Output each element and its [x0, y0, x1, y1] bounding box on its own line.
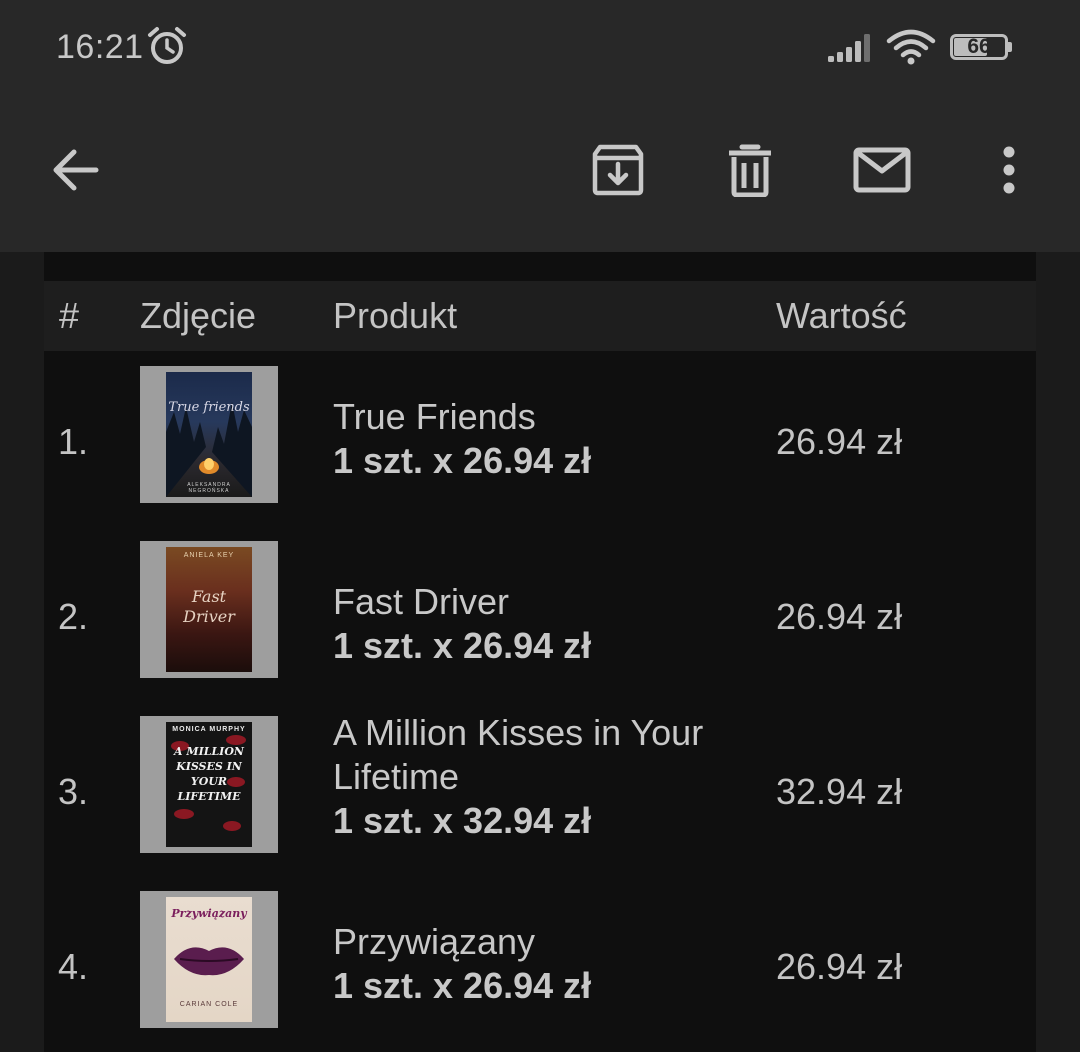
table-row[interactable]: 4. Przywiązany CARIAN COLE Przywiązany 1… [44, 876, 1036, 1051]
product-info: True Friends 1 szt. x 26.94 zł [333, 395, 743, 483]
product-image[interactable]: ANIELA KEY Fast Driver [140, 541, 278, 678]
product-image[interactable]: MONICA MURPHY A MILLION KISSES IN YOUR L… [140, 716, 278, 853]
book-cover: Przywiązany CARIAN COLE [166, 897, 252, 1022]
product-quantity: 1 szt. x 26.94 zł [333, 965, 592, 1006]
trash-icon [729, 144, 771, 197]
delete-button[interactable] [715, 135, 785, 205]
row-value: 32.94 zł [776, 771, 903, 812]
battery-level: 66 [967, 35, 991, 58]
product-quantity: 1 szt. x 32.94 zł [333, 800, 592, 841]
cover-title: Przywiązany [171, 907, 247, 920]
product-name: True Friends [333, 396, 536, 437]
table-row[interactable]: 2. ANIELA KEY Fast Driver Fast Driver 1 … [44, 526, 1036, 701]
cover-title: Fast Driver [183, 587, 235, 626]
order-table: # Zdjęcie Produkt Wartość 1. True friend… [44, 252, 1036, 1052]
mail-icon [853, 147, 911, 193]
arrow-left-icon [53, 149, 99, 191]
wifi-icon [886, 29, 936, 65]
email-content: # Zdjęcie Produkt Wartość 1. True friend… [0, 252, 1080, 1052]
cell-signal-icon [828, 34, 870, 62]
product-info: A Million Kisses in Your Lifetime 1 szt.… [333, 711, 743, 843]
book-cover: ANIELA KEY Fast Driver [166, 547, 252, 672]
battery-indicator: 66 [950, 34, 1012, 60]
cover-author: CARIAN COLE [179, 1001, 239, 1008]
table-row[interactable]: 1. True friends ALEKSANDRA NEGROŃSKA Tru… [44, 351, 1036, 526]
status-bar: 16:21 66 [0, 0, 1080, 95]
header-number: # [59, 295, 80, 336]
table-row[interactable]: 3. MONICA MURPHY A MILLION KISSES IN YOU… [44, 701, 1036, 876]
product-quantity: 1 szt. x 26.94 zł [333, 440, 592, 481]
table-header: # Zdjęcie Produkt Wartość [44, 281, 1036, 351]
row-number: 2. [58, 596, 89, 637]
row-number: 4. [58, 946, 89, 987]
row-value: 26.94 zł [776, 946, 903, 987]
row-number: 1. [58, 421, 89, 462]
more-options-button[interactable] [974, 135, 1044, 205]
product-name: A Million Kisses in Your Lifetime [333, 712, 704, 797]
row-number: 3. [58, 771, 89, 812]
cover-title: True friends [168, 400, 250, 415]
header-photo: Zdjęcie [140, 295, 257, 336]
alarm-clock-icon [148, 27, 186, 64]
product-info: Fast Driver 1 szt. x 26.94 zł [333, 580, 743, 668]
product-quantity: 1 szt. x 26.94 zł [333, 625, 592, 666]
cover-author: ANIELA KEY [183, 552, 235, 559]
cover-title: A MILLION KISSES IN YOUR LIFETIME [174, 745, 244, 803]
header-product: Produkt [333, 295, 458, 336]
archive-button[interactable] [583, 135, 653, 205]
mail-button[interactable] [847, 135, 917, 205]
product-image[interactable]: Przywiązany CARIAN COLE [140, 891, 278, 1028]
product-name: Przywiązany [333, 921, 536, 962]
product-image[interactable]: True friends ALEKSANDRA NEGROŃSKA [140, 366, 278, 503]
row-value: 26.94 zł [776, 596, 903, 637]
status-time: 16:21 [56, 28, 144, 66]
product-name: Fast Driver [333, 581, 510, 622]
archive-icon [592, 144, 644, 196]
back-button[interactable] [40, 135, 110, 205]
row-value: 26.94 zł [776, 421, 903, 462]
battery-tip [1008, 42, 1012, 52]
cover-author: MONICA MURPHY [172, 726, 246, 733]
product-info: Przywiązany 1 szt. x 26.94 zł [333, 920, 743, 1008]
book-cover: True friends ALEKSANDRA NEGROŃSKA [166, 372, 252, 497]
header-value: Wartość [776, 295, 907, 336]
cover-author: ALEKSANDRA NEGROŃSKA [187, 482, 231, 494]
more-vertical-icon [1003, 146, 1015, 194]
book-cover: MONICA MURPHY A MILLION KISSES IN YOUR L… [166, 722, 252, 847]
app-bar [0, 95, 1080, 252]
